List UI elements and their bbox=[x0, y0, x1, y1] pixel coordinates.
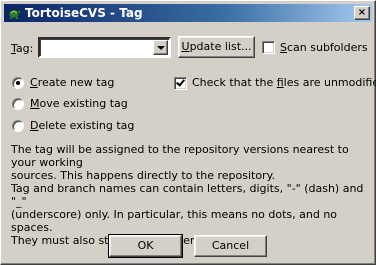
title-bar[interactable]: TortoiseCVS - Tag × bbox=[4, 4, 372, 22]
close-icon: × bbox=[357, 7, 367, 18]
scan-subfolders-checkbox[interactable] bbox=[262, 41, 275, 54]
info-text-naming-rules: Tag and branch names can contain letters… bbox=[11, 182, 366, 247]
cancel-button[interactable]: Cancel bbox=[194, 235, 267, 257]
info-line: They must also start with a letter. bbox=[11, 234, 197, 247]
scan-subfolders-label[interactable]: Scan subfolders bbox=[280, 41, 368, 54]
close-button[interactable]: × bbox=[354, 6, 370, 20]
tag-label: Tag: bbox=[11, 42, 34, 55]
tortoise-icon bbox=[8, 9, 21, 19]
check-unmodified-checkbox[interactable] bbox=[174, 77, 187, 90]
create-new-tag-radio[interactable] bbox=[12, 77, 24, 89]
chevron-down-icon[interactable] bbox=[153, 40, 168, 55]
info-line: (underscore) only. In particular, this m… bbox=[11, 208, 338, 234]
ok-button[interactable]: OK bbox=[108, 234, 183, 258]
info-line: The tag will be assigned to the reposito… bbox=[11, 143, 349, 169]
window-title: TortoiseCVS - Tag bbox=[25, 6, 143, 20]
tag-input[interactable] bbox=[42, 40, 152, 55]
check-unmodified-label[interactable]: Check that the files are unmodified bbox=[192, 76, 376, 89]
tag-combobox[interactable] bbox=[38, 37, 171, 58]
delete-existing-tag-label[interactable]: Delete existing tag bbox=[30, 119, 134, 132]
update-list-button[interactable]: Update list... bbox=[178, 36, 255, 58]
tag-dialog: TortoiseCVS - Tag × Tag: Update list... … bbox=[0, 0, 376, 265]
move-existing-tag-radio[interactable] bbox=[12, 98, 24, 110]
delete-existing-tag-radio[interactable] bbox=[12, 120, 24, 132]
create-new-tag-label[interactable]: Create new tag bbox=[30, 76, 114, 89]
info-line: Tag and branch names can contain letters… bbox=[11, 182, 364, 208]
info-line: sources. This happens directly to the re… bbox=[11, 169, 276, 182]
info-text-repository: The tag will be assigned to the reposito… bbox=[11, 143, 366, 182]
move-existing-tag-label[interactable]: Move existing tag bbox=[30, 97, 128, 110]
